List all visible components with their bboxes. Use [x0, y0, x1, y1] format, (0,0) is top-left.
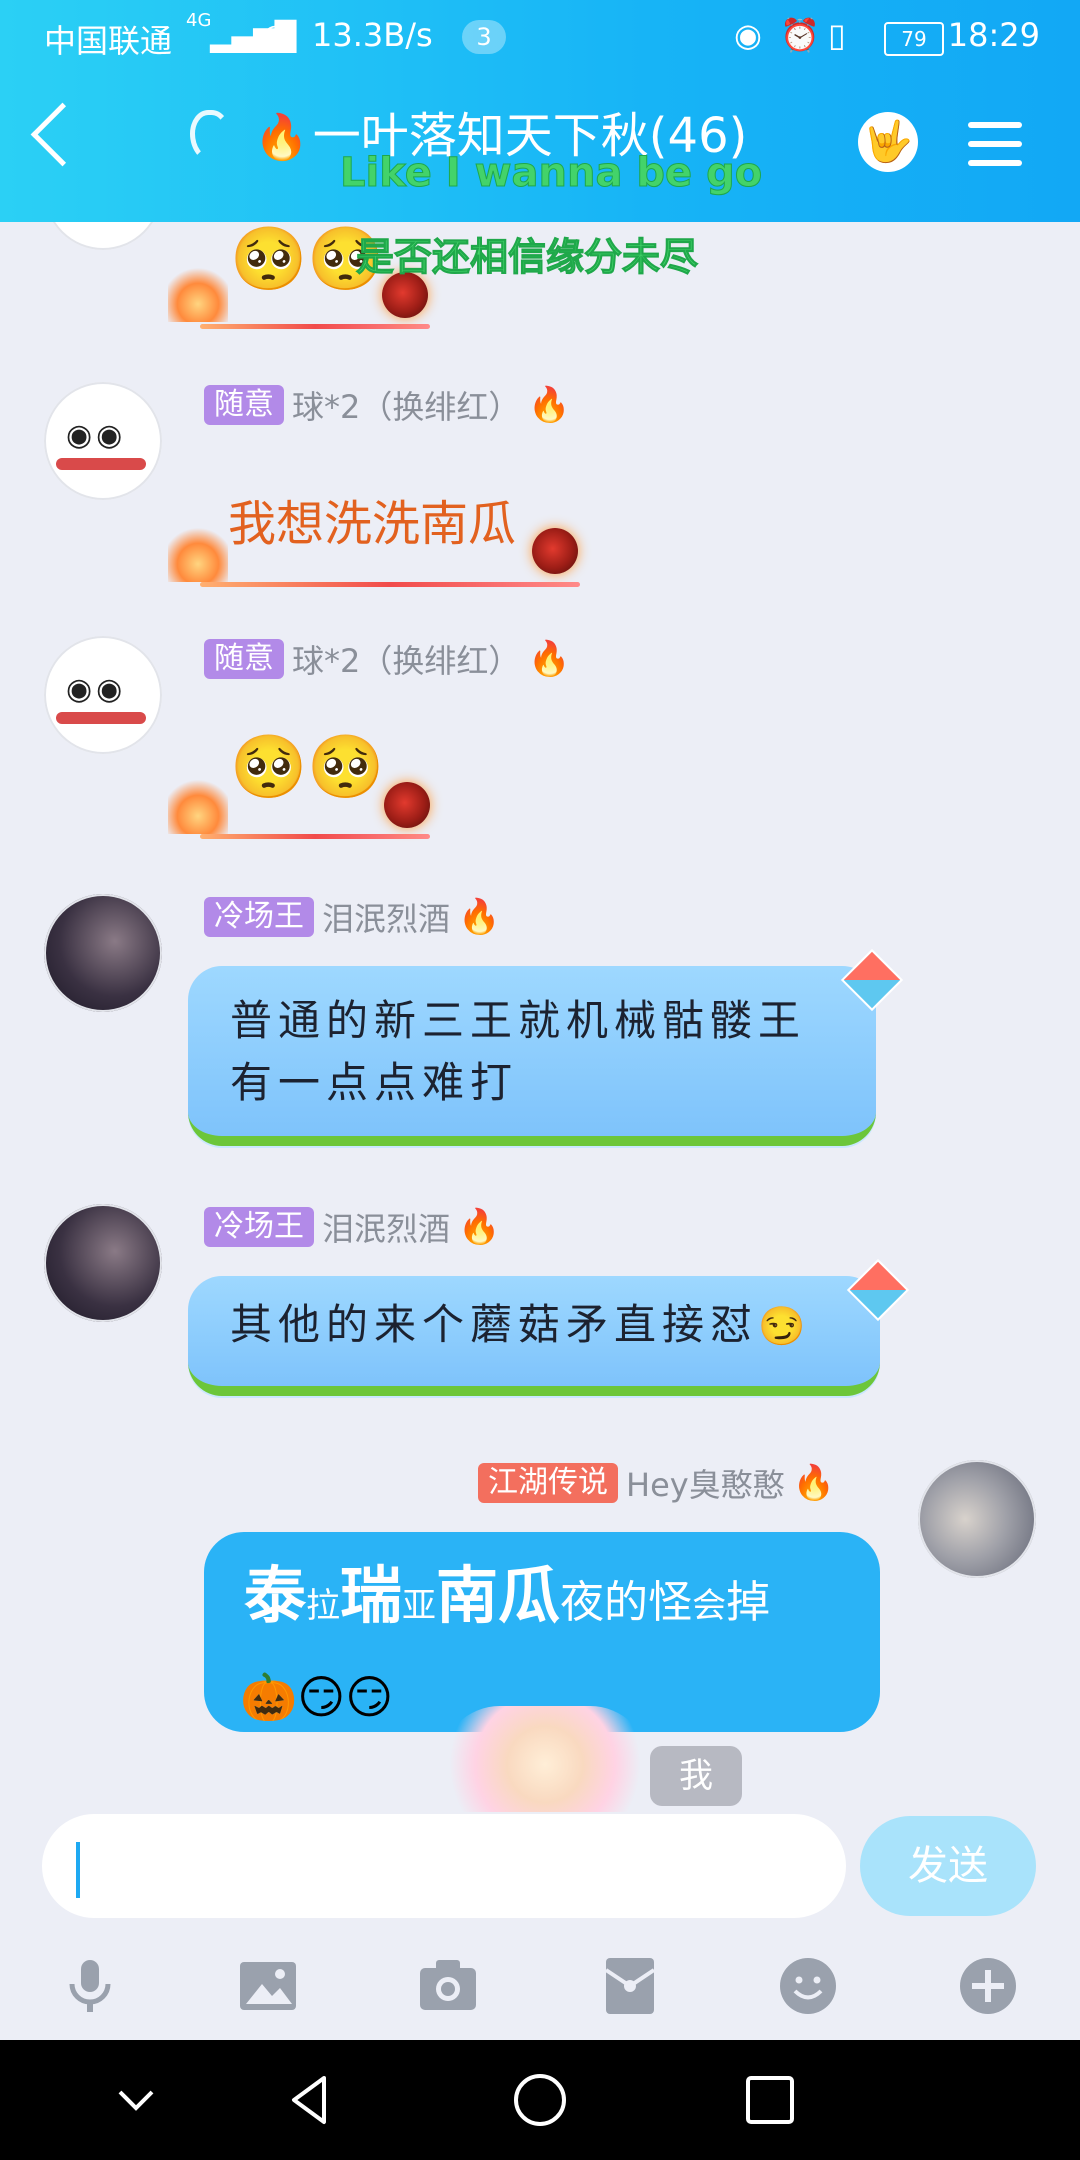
message-text-row: 其他的来个蘑菇矛直接怼😏 [230, 1294, 840, 1357]
fire-bubble-underline [200, 582, 580, 587]
rock-hand-icon[interactable]: 🤟 [858, 112, 918, 172]
avatar[interactable] [44, 1204, 162, 1322]
fire-icon: 🔥 [528, 639, 571, 679]
image-icon[interactable] [238, 1956, 298, 2016]
sender-meta: 江湖传说 Hey臭憨憨 🔥 [478, 1460, 835, 1506]
message-bubble[interactable]: 其他的来个蘑菇矛直接怼😏 [188, 1276, 880, 1396]
fire-bubble-underline [200, 834, 430, 839]
sender-nickname[interactable]: 泪泯烈酒 [322, 900, 450, 938]
emoji-icon[interactable] [778, 1956, 838, 2016]
message-emoji[interactable]: 🥺🥺 [230, 730, 384, 804]
sender-nickname[interactable]: 泪泯烈酒 [322, 1210, 450, 1248]
fire-icon: 🔥 [254, 112, 309, 163]
rose-decoration [384, 782, 430, 828]
message-part: 拉 [306, 1586, 341, 1626]
avatar[interactable] [44, 222, 162, 250]
message-part: 怪 [648, 1577, 693, 1628]
member-title-badge: 随意 [204, 639, 284, 679]
network-label: 4G [186, 10, 212, 31]
battery-icon: 79 [884, 22, 944, 56]
sender-nickname[interactable]: Hey臭憨憨 [626, 1466, 785, 1504]
member-title-badge: 随意 [204, 385, 284, 425]
message-part: 瑞 [340, 1559, 403, 1632]
avatar[interactable]: ◉◉ [44, 382, 162, 500]
red-packet-icon[interactable] [600, 1956, 660, 2016]
message-text: 其他的来个蘑菇矛直接怼 [230, 1300, 759, 1349]
flame-decoration [168, 522, 228, 582]
bubble-character-decoration [440, 1706, 650, 1812]
nav-recents-icon[interactable] [740, 2070, 800, 2130]
lyric-line-2: 是否还相信缘分未尽 [355, 235, 699, 280]
avatar[interactable] [44, 894, 162, 1012]
message-text[interactable]: 我想洗洗南瓜 [228, 484, 516, 554]
sender-meta: 冷场王 泪泯烈酒 🔥 [204, 1204, 500, 1250]
lyric-line-1: Like I wanna be go [339, 150, 763, 197]
alarm-icon: ⏰ [780, 16, 820, 54]
wifi-icon: ◠ [262, 18, 289, 53]
flame-decoration [168, 774, 228, 834]
ear-icon[interactable] [190, 110, 230, 162]
fire-icon: 🔥 [458, 1207, 501, 1247]
sender-nickname[interactable]: 球*2（换绯红） [292, 388, 520, 426]
nav-back-icon[interactable] [280, 2070, 340, 2130]
me-label: 我 [650, 1746, 742, 1806]
message-part: 夜的 [560, 1577, 649, 1628]
chevron-left-icon[interactable] [30, 102, 95, 167]
top-bar: 中国联通 4G ▂▄▆█ ◠ 13.3B/s 3 ◉ ⏰ ▯ 79 18:29 … [0, 0, 1080, 222]
status-bar: 中国联通 4G ▂▄▆█ ◠ 13.3B/s 3 ◉ ⏰ ▯ 79 18:29 [0, 0, 1080, 72]
message-part: 瓜 [498, 1559, 561, 1632]
avatar[interactable]: ◉◉ [44, 636, 162, 754]
input-area: 发送 [0, 1812, 1080, 2040]
message-part: 亚 [402, 1586, 437, 1626]
net-speed-label: 13.3B/s [312, 16, 433, 54]
message-part: 会 [692, 1586, 727, 1626]
fire-icon: 🔥 [528, 385, 571, 425]
member-title-badge: 冷场王 [204, 897, 314, 937]
message-part: 掉 [726, 1577, 771, 1628]
panda-eyes: ◉◉ [66, 418, 127, 453]
message-part: 泰 [244, 1559, 307, 1632]
my-message-bubble[interactable]: 泰拉瑞亚南瓜夜的怪会掉 🎃😏😏 [204, 1532, 880, 1732]
text-caret [76, 1842, 80, 1898]
flame-decoration [168, 262, 228, 322]
system-nav-bar [0, 2040, 1080, 2160]
nav-home-icon[interactable] [510, 2070, 570, 2130]
sender-meta: 随意 球*2（换绯红） 🔥 [204, 636, 571, 682]
time-label: 18:29 [947, 16, 1040, 54]
chat-list[interactable]: 🥺🥺 ◉◉ 随意 球*2（换绯红） 🔥 我想洗洗南瓜 ◉◉ 随意 球*2（换绯红） 🔥 … [0, 222, 1080, 1812]
message-emojis: 🎃😏😏 [240, 1670, 394, 1724]
plus-icon[interactable] [958, 1956, 1018, 2016]
vibrate-icon: ▯ [828, 16, 846, 54]
rose-decoration [532, 528, 578, 574]
sender-meta: 冷场王 泪泯烈酒 🔥 [204, 894, 500, 940]
message-text: 泰拉瑞亚南瓜夜的怪会掉 [244, 1554, 840, 1648]
send-button[interactable]: 发送 [860, 1816, 1036, 1916]
microphone-icon[interactable] [60, 1956, 120, 2016]
member-title-badge: 冷场王 [204, 1207, 314, 1247]
message-text: 普通的新三王就机械骷髅王有一点点难打 [230, 996, 807, 1107]
fire-bubble-underline [200, 324, 430, 329]
message-input[interactable] [42, 1814, 846, 1918]
eye-icon: ◉ [734, 16, 762, 54]
fire-icon: 🔥 [458, 897, 501, 937]
panda-eyes: ◉◉ [66, 672, 127, 707]
fire-icon: 🔥 [792, 1463, 836, 1503]
notification-count-badge: 3 [462, 20, 506, 54]
input-toolbar [0, 1936, 1080, 2040]
carrier-label: 中国联通 [44, 22, 173, 60]
message-part: 南 [436, 1559, 499, 1632]
member-title-badge: 江湖传说 [478, 1463, 618, 1503]
hamburger-menu-icon[interactable] [968, 122, 1022, 166]
my-avatar[interactable] [918, 1460, 1036, 1578]
sender-meta: 随意 球*2（换绯红） 🔥 [204, 382, 571, 428]
message-bubble[interactable]: 普通的新三王就机械骷髅王有一点点难打 [188, 966, 876, 1146]
sender-nickname[interactable]: 球*2（换绯红） [292, 642, 520, 680]
camera-icon[interactable] [418, 1956, 478, 2016]
smirk-emoji: 😏 [758, 1304, 812, 1348]
nav-hide-icon[interactable] [106, 2070, 166, 2130]
